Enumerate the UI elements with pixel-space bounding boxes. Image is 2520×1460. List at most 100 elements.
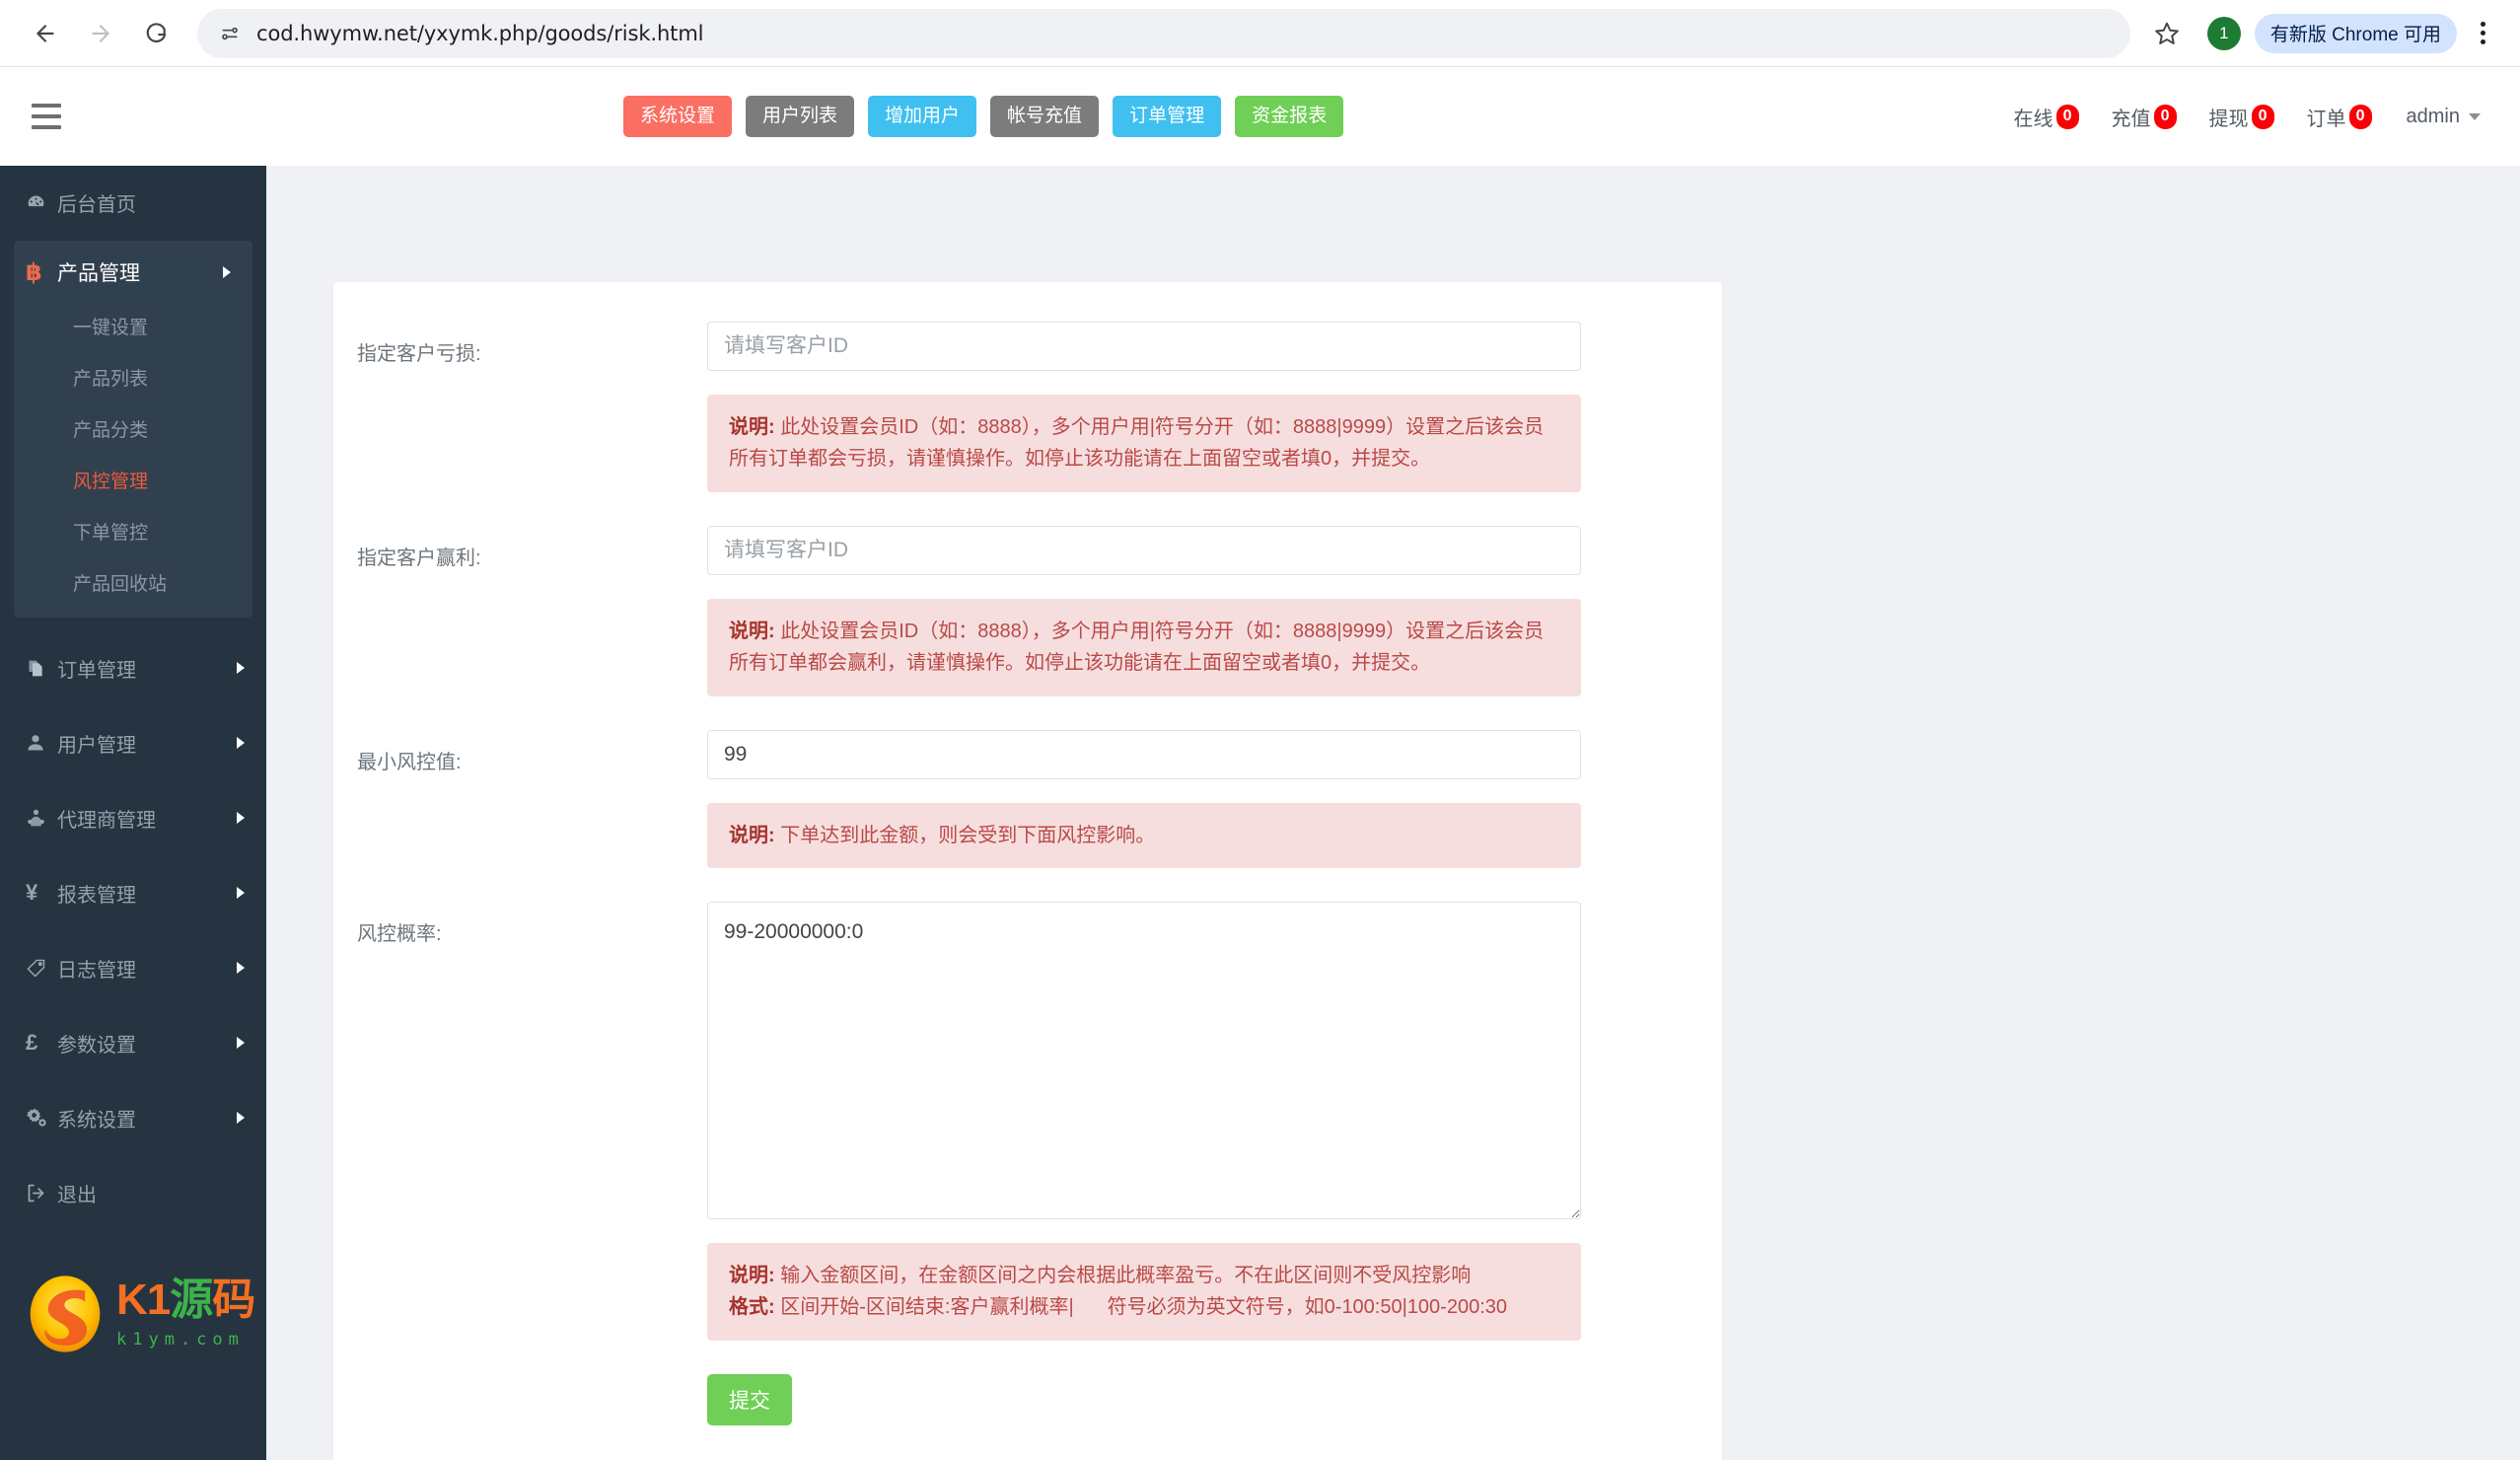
sidebar-submenu: 一键设置 产品列表 产品分类 风控管理 下单管控 产品回收站 [14,300,252,608]
sidebar-subitem-5[interactable]: 产品回收站 [14,556,252,608]
address-bar[interactable]: cod.hwymw.net/yxymk.php/goods/risk.html [197,8,2130,58]
sidebar-toggle-icon[interactable] [14,104,87,129]
sidebar-item-1[interactable]: 用户管理 [0,718,266,767]
sidebar-item-2[interactable]: 代理商管理 [0,793,266,842]
input-field-1[interactable] [707,525,1581,575]
stat-pill-2[interactable]: 提现 0 [2199,97,2284,137]
forward-button[interactable] [73,6,128,61]
chevron-right-icon [237,737,245,749]
reload-button[interactable] [128,6,183,61]
sidebar-item-product-management[interactable]: ฿ 产品管理 [14,245,252,300]
sidebar-item-label: 产品管理 [57,262,140,285]
dashboard-icon [26,192,57,213]
alert-text: 输入金额区间，在金额区间之内会根据此概率盈亏。不在此区间则不受风控影响 [780,1264,1472,1286]
sidebar-item-0[interactable]: 订单管理 [0,643,266,693]
sidebar: 后台首页 ฿ 产品管理 一键设置 产品列表 产品分类 风控管理 下单管控 产品回收站 订单… [0,166,266,1460]
stat-label: 提现 [2208,108,2249,130]
stat-label: 订单 [2306,108,2346,130]
topnav-button-2[interactable]: 增加用户 [868,95,977,138]
alert-text-format-a: 区间开始-区间结束:客户赢利概率| [780,1296,1074,1319]
form-label: 最小风控值: [357,751,462,773]
form-row-0: 指定客户亏损: 说明: 此处设置会员ID（如：8888），多个用户用|符号分开（如… [333,322,1722,492]
form-row-risk-probability: 风控概率: 说明: 输入金额区间，在金额区间之内会根据此概率盈亏。不在此区间则不… [333,901,1722,1341]
chevron-right-icon [237,812,245,824]
sidebar-item-6[interactable]: 系统设置 [0,1093,266,1142]
stat-label: 在线 [2013,108,2053,130]
sidebar-item-label: 系统设置 [57,1109,136,1132]
chrome-menu-icon[interactable] [2463,11,2502,56]
sidebar-item-home[interactable]: 后台首页 [0,178,266,227]
stat-count-badge: 0 [2153,104,2177,129]
risk-probability-textarea[interactable] [707,901,1581,1219]
topnav-button-0[interactable]: 系统设置 [623,95,733,138]
user-name: admin [2406,105,2460,127]
user-menu[interactable]: admin [2395,100,2492,134]
form-row-2: 最小风控值: 说明: 下单达到此金额，则会受到下面风控影响。 [333,729,1722,868]
stat-pill-1[interactable]: 充值 0 [2102,97,2187,137]
sidebar-item-label: 退出 [57,1184,97,1206]
sidebar-item-7[interactable]: 退出 [0,1168,266,1217]
alert-text: 此处设置会员ID（如：8888），多个用户用|符号分开（如：8888|9999）… [729,416,1545,471]
sidebar-items: 订单管理用户管理代理商管理 ¥ 报表管理日志管理 £ 参数设置系统设置退出 [0,643,266,1217]
status-badges: 在线 0 充值 0 提现 0 订单 0 [2004,97,2382,137]
sidebar-subitem-1[interactable]: 产品列表 [14,351,252,402]
sidebar-subitem-0[interactable]: 一键设置 [14,300,252,351]
logo-yuan: 源 [170,1276,213,1324]
pound-icon: £ [26,1030,38,1055]
sidebar-subitem-2[interactable]: 产品分类 [14,402,252,454]
form-field: 说明: 此处设置会员ID（如：8888），多个用户用|符号分开（如：8888|9… [707,525,1722,696]
sidebar-subitem-4[interactable]: 下单管控 [14,505,252,556]
sidebar-item-3[interactable]: ¥ 报表管理 [0,868,266,917]
alert-title: 说明: [729,824,775,846]
bookmark-star-icon[interactable] [2144,11,2190,56]
logo-title: K1源码 [116,1276,255,1324]
risk-settings-card: 指定客户亏损: 说明: 此处设置会员ID（如：8888），多个用户用|符号分开（如… [333,282,1722,1460]
sidebar-logo: K1源码 k1ym.com [0,1273,266,1355]
logout-icon [26,1183,57,1204]
yen-icon: ¥ [26,880,38,905]
url-text: cod.hwymw.net/yxymk.php/goods/risk.html [256,21,704,45]
site-settings-icon[interactable] [213,17,247,50]
sidebar-item-4[interactable]: 日志管理 [0,943,266,992]
gears-icon [26,1107,57,1129]
top-nav-buttons: 系统设置 用户列表 增加用户 帐号充值 订单管理 资金报表 [623,95,1344,138]
chevron-right-icon [237,1037,245,1049]
browser-toolbar: cod.hwymw.net/yxymk.php/goods/risk.html … [0,0,2520,67]
form-label: 指定客户亏损: [357,343,481,365]
sidebar-item-label: 代理商管理 [57,809,156,832]
stat-pill-0[interactable]: 在线 0 [2004,97,2089,137]
bitcoin-icon: ฿ [26,258,42,286]
alert-1: 说明: 此处设置会员ID（如：8888），多个用户用|符号分开（如：8888|9… [707,598,1581,696]
sidebar-item-label: 日志管理 [57,959,136,982]
alert-0: 说明: 此处设置会员ID（如：8888），多个用户用|符号分开（如：8888|9… [707,395,1581,492]
sidebar-item-label: 用户管理 [57,734,136,757]
logo-k1: K1 [116,1276,171,1324]
chevron-right-icon [237,662,245,674]
stat-count-badge: 0 [2251,104,2274,129]
input-field-0[interactable] [707,322,1581,371]
back-button[interactable] [18,6,73,61]
stat-pill-3[interactable]: 订单 0 [2297,97,2382,137]
submit-button[interactable]: 提交 [707,1373,792,1425]
topnav-button-1[interactable]: 用户列表 [746,95,855,138]
alert-title: 说明: [729,620,775,642]
alert-risk-probability: 说明: 输入金额区间，在金额区间之内会根据此概率盈亏。不在此区间则不受风控影响 … [707,1242,1581,1341]
topnav-button-3[interactable]: 帐号充值 [990,95,1100,138]
chevron-right-icon [223,266,231,278]
sidebar-item-label: 参数设置 [57,1034,136,1057]
alert-text: 此处设置会员ID（如：8888），多个用户用|符号分开（如：8888|9999）… [729,620,1545,675]
chrome-update-button[interactable]: 有新版 Chrome 可用 [2254,13,2457,53]
form-label: 指定客户赢利: [357,547,481,569]
topnav-button-4[interactable]: 订单管理 [1113,95,1222,138]
files-icon [26,658,57,679]
sidebar-item-5[interactable]: £ 参数设置 [0,1018,266,1067]
chevron-right-icon [237,962,245,974]
sidebar-item-label: 订单管理 [57,659,136,682]
sidebar-subitem-3[interactable]: 风控管理 [14,454,252,505]
alert-title-format: 格式: [729,1296,775,1319]
topnav-button-5[interactable]: 资金报表 [1235,95,1344,138]
stat-label: 充值 [2111,108,2151,130]
profile-avatar[interactable]: 1 [2206,16,2241,50]
input-field-2[interactable] [707,729,1581,779]
app-header: 系统设置 用户列表 增加用户 帐号充值 订单管理 资金报表 在线 0 充值 0 提现 0 订单 0 ad… [0,67,2520,166]
